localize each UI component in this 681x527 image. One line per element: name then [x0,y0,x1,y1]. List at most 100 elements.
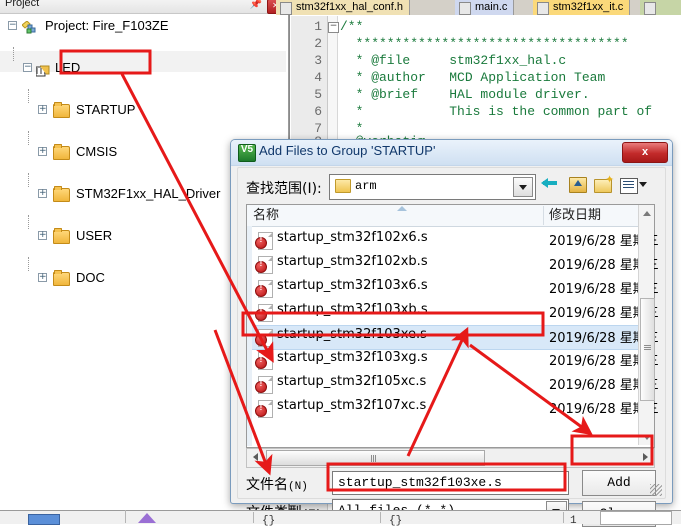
folder-icon [53,102,70,118]
file-list-item[interactable]: startup_stm32f102xb.s 2019/6/28 星期三 [252,253,659,276]
scroll-right-icon[interactable] [637,449,654,465]
tree-node-led[interactable]: − LED [0,47,288,78]
status-icon-2[interactable] [138,513,156,523]
file-list-item[interactable]: startup_stm32f103x6.s 2019/6/28 星期三 [252,277,659,300]
column-separator[interactable] [543,206,544,225]
file-name: startup_stm32f103xb.s [277,302,428,317]
filename-input[interactable]: startup_stm32f103xe.s [332,471,569,495]
project-panel-header: Project 📌 ✕ [0,0,288,14]
pin-icon[interactable]: 📌 [250,0,262,10]
tab-label: stm32f1xx_it.c [553,1,624,13]
scrollbar-thumb[interactable] [640,298,655,401]
file-name: startup_stm32f102x6.s [277,230,428,245]
column-header-name[interactable]: 名称 [253,205,279,226]
warning-badge-icon [255,259,267,273]
tree-line [28,89,29,103]
tab-stm32f1xx-hal-conf-h[interactable]: stm32f1xx_hal_conf.h [276,0,411,15]
back-icon[interactable] [541,175,563,195]
code-line: * @author MCD Application Team [340,70,606,85]
app-icon-text: V5 [240,144,254,155]
status-separator [253,512,254,523]
dialog-close-button[interactable]: x [622,142,668,163]
expander-icon[interactable]: + [38,189,47,198]
scrollbar-thumb[interactable] [266,450,485,466]
chevron-down-icon[interactable] [513,177,533,197]
folder-icon [53,270,70,286]
status-separator [125,510,126,523]
expander-icon[interactable]: + [38,105,47,114]
status-text-4: {} [389,515,403,527]
file-icon [459,2,471,15]
expander-icon[interactable]: − [8,21,17,30]
expander-icon[interactable]: + [38,147,47,156]
tree-line [28,215,29,229]
scroll-left-icon[interactable] [247,449,264,465]
keil-app-icon: V5 [238,144,256,162]
expander-icon[interactable]: + [38,273,47,282]
expander-icon[interactable]: + [38,231,47,240]
file-list-item-selected[interactable]: startup_stm32f103xe.s 2019/6/28 星期三 [252,325,659,350]
file-list-horizontal-scrollbar[interactable] [246,448,655,468]
status-bar [0,510,681,524]
code-line: /** [340,19,364,34]
file-list-vertical-scrollbar[interactable] [638,205,655,445]
column-header-date[interactable]: 修改日期 [549,205,601,226]
add-button[interactable]: Add [582,470,656,496]
file-name: startup_stm32f105xc.s [277,374,427,389]
line-number: 4 [314,70,322,85]
file-list-header: 名称 修改日期 [247,205,652,227]
editor-tab-strip: stm32f1xx_hal_conf.h main.c stm32f1xx_it… [276,0,681,15]
file-list-item[interactable]: startup_stm32f105xc.s 2019/6/28 星期三 [252,373,659,396]
target-icon [35,62,50,77]
file-name: startup_stm32f102xb.s [277,254,428,269]
folder-icon [53,144,70,160]
up-folder-icon[interactable] [567,175,589,195]
tree-node-startup[interactable]: + STARTUP [0,89,288,120]
fold-toggle-icon[interactable]: − [328,22,339,33]
expander-icon[interactable]: − [23,63,32,72]
warning-badge-icon [255,307,267,321]
file-list-item[interactable]: startup_stm32f102x6.s 2019/6/28 星期三 [252,229,659,252]
tree-label-cmsis: CMSIS [76,144,118,159]
status-text-3: {} [262,515,276,527]
add-files-dialog: V5 Add Files to Group 'STARTUP' x 查找范围(I… [230,139,673,527]
warning-badge-icon [255,283,267,297]
file-name: startup_stm32f103xe.s [277,327,427,342]
status-text-5: 1 [570,515,577,527]
file-list-item[interactable]: startup_stm32f107xc.s 2019/6/28 星期三 [252,397,659,420]
dialog-title-bar[interactable]: V5 Add Files to Group 'STARTUP' x [231,140,672,166]
resize-grip[interactable] [650,484,662,496]
lookin-label-text: 查找范围 [246,181,302,197]
dialog-body: 查找范围(I): arm ✦ 名称 修改日期 ! startup_stm32f1… [237,167,666,527]
warning-badge-icon [255,332,267,346]
filename-label: 文件名(N) [246,474,308,494]
scroll-up-icon[interactable] [639,205,654,220]
tree-line [28,173,29,187]
tree-line [13,47,14,61]
file-list-item[interactable]: startup_stm32f103xg.s 2019/6/28 星期三 [252,349,659,372]
line-number: 5 [314,87,322,102]
tab-main-c[interactable]: main.c [455,0,515,15]
views-icon[interactable] [619,175,653,195]
tree-label-led: LED [55,60,81,75]
folder-icon [335,179,351,193]
lookin-label: 查找范围(I): [246,178,322,198]
file-icon [537,2,549,15]
file-list[interactable]: 名称 修改日期 startup_stm32f102x6.s 2019/6/28 … [246,204,659,448]
line-number: 2 [314,36,322,51]
status-icon-1[interactable] [28,514,60,525]
tab-stm32f1xx-it-c[interactable]: stm32f1xx_it.c [533,0,631,15]
tree-node-project[interactable]: − Project: Fire_F103ZE [0,15,288,36]
line-number: 1 [314,19,322,34]
line-number: 3 [314,53,322,68]
lookin-combo[interactable]: arm [329,174,536,200]
new-folder-icon[interactable]: ✦ [593,175,615,195]
warning-badge-icon [255,355,267,369]
file-list-item[interactable]: startup_stm32f103xb.s 2019/6/28 星期三 [252,301,659,324]
lookin-value: arm [355,179,377,193]
tree-line [28,131,29,145]
scroll-down-icon[interactable] [639,430,654,445]
tree-label-doc: DOC [76,270,105,285]
tab-stm32f1xx-hal-c[interactable] [640,0,681,15]
dialog-title: Add Files to Group 'STARTUP' [259,143,436,158]
